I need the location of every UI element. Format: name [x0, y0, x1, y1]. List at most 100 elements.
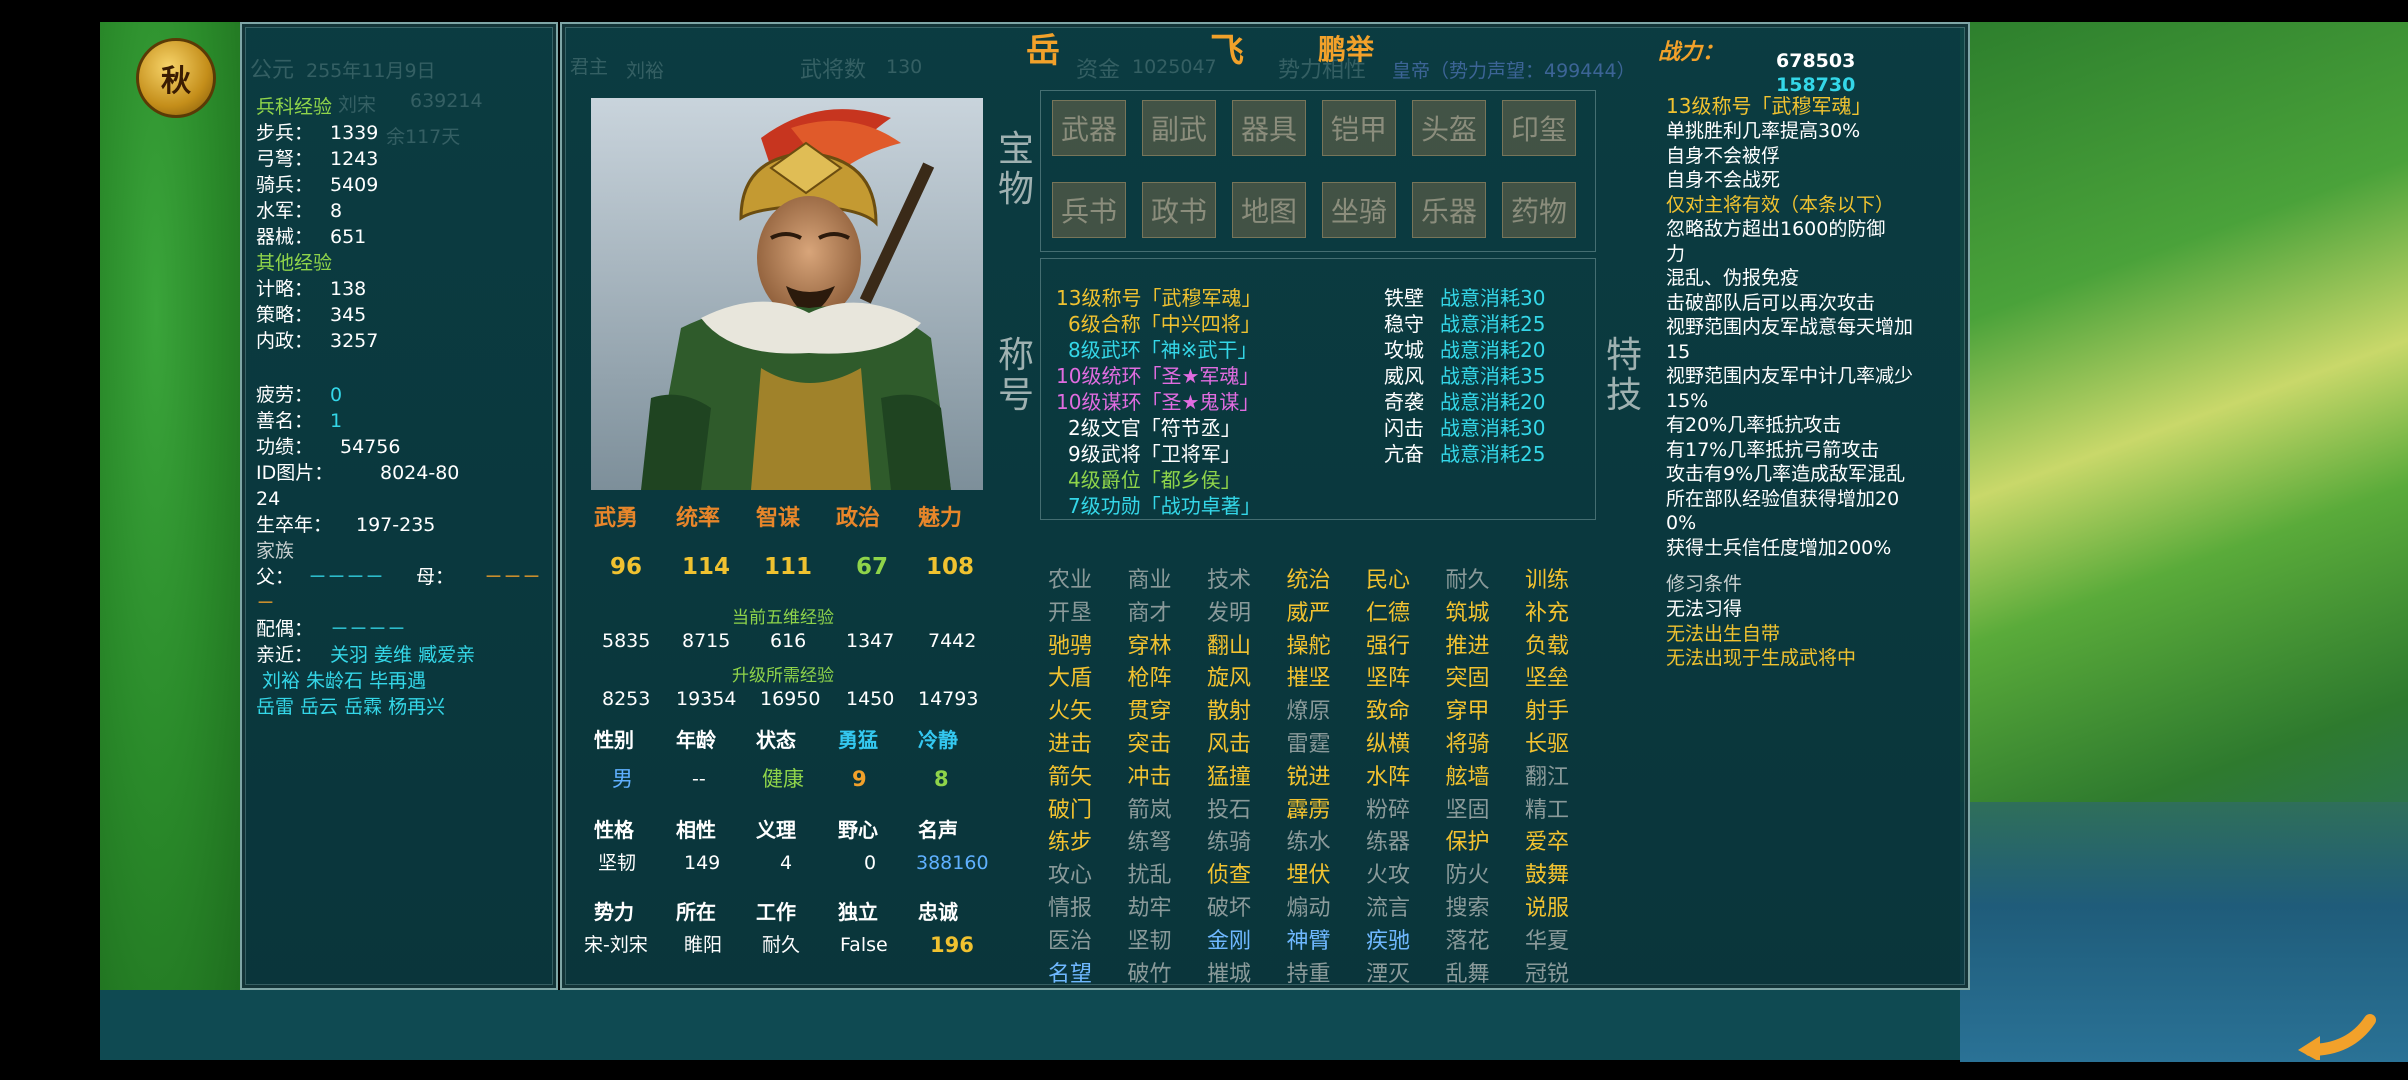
skill-7-4[interactable]: 粉碎: [1358, 792, 1418, 824]
skill-5-3[interactable]: 雷霆: [1279, 726, 1339, 758]
skill-9-2[interactable]: 侦查: [1199, 857, 1259, 889]
skill-3-2[interactable]: 旋风: [1199, 660, 1259, 692]
skill-12-5[interactable]: 乱舞: [1438, 956, 1498, 988]
skill-2-1[interactable]: 穿林: [1120, 628, 1180, 660]
skill-3-6[interactable]: 坚垒: [1517, 660, 1577, 692]
skill-3-5[interactable]: 突固: [1438, 660, 1498, 692]
skill-5-4[interactable]: 纵横: [1358, 726, 1418, 758]
skill-4-4[interactable]: 致命: [1358, 693, 1418, 725]
special-name-4[interactable]: 奇袭: [1384, 391, 1424, 413]
skill-0-0[interactable]: 农业: [1040, 562, 1100, 594]
attr-location[interactable]: 睢阳: [684, 934, 722, 956]
title-item-8[interactable]: 7级功勋「战功卓著」: [1068, 495, 1261, 517]
skill-6-2[interactable]: 猛撞: [1199, 759, 1259, 791]
skill-5-1[interactable]: 突击: [1120, 726, 1180, 758]
skill-11-5[interactable]: 落花: [1438, 923, 1498, 955]
slot-instrument[interactable]: 乐器: [1412, 182, 1486, 238]
skill-9-5[interactable]: 防火: [1438, 857, 1498, 889]
slot-helmet[interactable]: 头盔: [1412, 100, 1486, 156]
skill-6-1[interactable]: 冲击: [1120, 759, 1180, 791]
skill-9-1[interactable]: 扰乱: [1120, 857, 1180, 889]
skill-10-6[interactable]: 说服: [1517, 890, 1577, 922]
skill-6-5[interactable]: 舷墙: [1438, 759, 1498, 791]
title-item-2[interactable]: 8级武环「神※武干」: [1068, 339, 1257, 361]
skill-10-5[interactable]: 搜索: [1438, 890, 1498, 922]
skill-2-0[interactable]: 驰骋: [1040, 628, 1100, 660]
skill-8-2[interactable]: 练骑: [1199, 824, 1259, 856]
slot-seal[interactable]: 印玺: [1502, 100, 1576, 156]
slot-armor[interactable]: 铠甲: [1322, 100, 1396, 156]
skill-11-4[interactable]: 疾驰: [1358, 923, 1418, 955]
skill-12-4[interactable]: 湮灭: [1358, 956, 1418, 988]
title-item-5[interactable]: 2级文官「符节丞」: [1068, 417, 1241, 439]
special-name-3[interactable]: 威风: [1384, 365, 1424, 387]
skill-6-6[interactable]: 翻江: [1517, 759, 1577, 791]
skill-0-5[interactable]: 耐久: [1438, 562, 1498, 594]
skill-1-5[interactable]: 筑城: [1438, 595, 1498, 627]
skill-8-3[interactable]: 练水: [1279, 824, 1339, 856]
skill-5-5[interactable]: 将骑: [1438, 726, 1498, 758]
slot-weapon[interactable]: 武器: [1052, 100, 1126, 156]
skill-3-0[interactable]: 大盾: [1040, 660, 1100, 692]
title-item-4[interactable]: 10级谋环「圣★鬼谋」: [1056, 391, 1259, 413]
skill-2-3[interactable]: 操舵: [1279, 628, 1339, 660]
skill-11-3[interactable]: 神臂: [1279, 923, 1339, 955]
skill-4-6[interactable]: 射手: [1517, 693, 1577, 725]
close-line-1[interactable]: 关羽 姜维 臧爱亲: [330, 644, 475, 666]
skill-8-0[interactable]: 练步: [1040, 824, 1100, 856]
skill-0-1[interactable]: 商业: [1120, 562, 1180, 594]
skill-9-0[interactable]: 攻心: [1040, 857, 1100, 889]
skill-3-3[interactable]: 摧坚: [1279, 660, 1339, 692]
skill-5-0[interactable]: 进击: [1040, 726, 1100, 758]
skill-11-6[interactable]: 华夏: [1517, 923, 1577, 955]
skill-4-5[interactable]: 穿甲: [1438, 693, 1498, 725]
special-name-6[interactable]: 亢奋: [1384, 443, 1424, 465]
slot-politics-book[interactable]: 政书: [1142, 182, 1216, 238]
skill-7-1[interactable]: 箭岚: [1120, 792, 1180, 824]
special-name-5[interactable]: 闪击: [1384, 417, 1424, 439]
skill-10-4[interactable]: 流言: [1358, 890, 1418, 922]
skill-2-2[interactable]: 翻山: [1199, 628, 1259, 660]
title-item-7[interactable]: 4级爵位「都乡侯」: [1068, 469, 1241, 491]
skill-11-1[interactable]: 坚韧: [1120, 923, 1180, 955]
season-badge[interactable]: 秋: [136, 38, 216, 118]
title-item-1[interactable]: 6级合称「中兴四将」: [1068, 313, 1261, 335]
skill-7-6[interactable]: 精工: [1517, 792, 1577, 824]
skill-12-0[interactable]: 名望: [1040, 956, 1100, 988]
skill-5-2[interactable]: 风击: [1199, 726, 1259, 758]
skill-10-2[interactable]: 破坏: [1199, 890, 1259, 922]
special-name-0[interactable]: 铁壁: [1384, 287, 1424, 309]
title-item-3[interactable]: 10级统环「圣★军魂」: [1056, 365, 1259, 387]
skill-12-3[interactable]: 持重: [1279, 956, 1339, 988]
skill-1-0[interactable]: 开垦: [1040, 595, 1100, 627]
skill-8-4[interactable]: 练器: [1358, 824, 1418, 856]
skill-3-1[interactable]: 枪阵: [1120, 660, 1180, 692]
slot-tool[interactable]: 器具: [1232, 100, 1306, 156]
attr-force[interactable]: 宋-刘宋: [584, 934, 648, 956]
special-name-2[interactable]: 攻城: [1384, 339, 1424, 361]
skill-5-6[interactable]: 长驱: [1517, 726, 1577, 758]
skill-4-1[interactable]: 贯穿: [1120, 693, 1180, 725]
skill-7-2[interactable]: 投石: [1199, 792, 1259, 824]
slot-military-book[interactable]: 兵书: [1052, 182, 1126, 238]
skill-6-3[interactable]: 锐进: [1279, 759, 1339, 791]
skill-1-2[interactable]: 发明: [1199, 595, 1259, 627]
skill-1-6[interactable]: 补充: [1517, 595, 1577, 627]
skill-6-0[interactable]: 箭矢: [1040, 759, 1100, 791]
skill-9-4[interactable]: 火攻: [1358, 857, 1418, 889]
skill-11-0[interactable]: 医治: [1040, 923, 1100, 955]
skill-10-1[interactable]: 劫牢: [1120, 890, 1180, 922]
skill-0-3[interactable]: 统治: [1279, 562, 1339, 594]
skill-9-6[interactable]: 鼓舞: [1517, 857, 1577, 889]
skill-1-4[interactable]: 仁德: [1358, 595, 1418, 627]
close-line-2[interactable]: 刘裕 朱龄石 毕再遇: [262, 670, 426, 692]
skill-7-3[interactable]: 霹雳: [1279, 792, 1339, 824]
skill-3-4[interactable]: 坚阵: [1358, 660, 1418, 692]
skill-2-5[interactable]: 推进: [1438, 628, 1498, 660]
slot-map[interactable]: 地图: [1232, 182, 1306, 238]
slot-mount[interactable]: 坐骑: [1322, 182, 1396, 238]
skill-8-6[interactable]: 爱卒: [1517, 824, 1577, 856]
skill-7-0[interactable]: 破门: [1040, 792, 1100, 824]
skill-8-1[interactable]: 练弩: [1120, 824, 1180, 856]
skill-0-4[interactable]: 民心: [1358, 562, 1418, 594]
